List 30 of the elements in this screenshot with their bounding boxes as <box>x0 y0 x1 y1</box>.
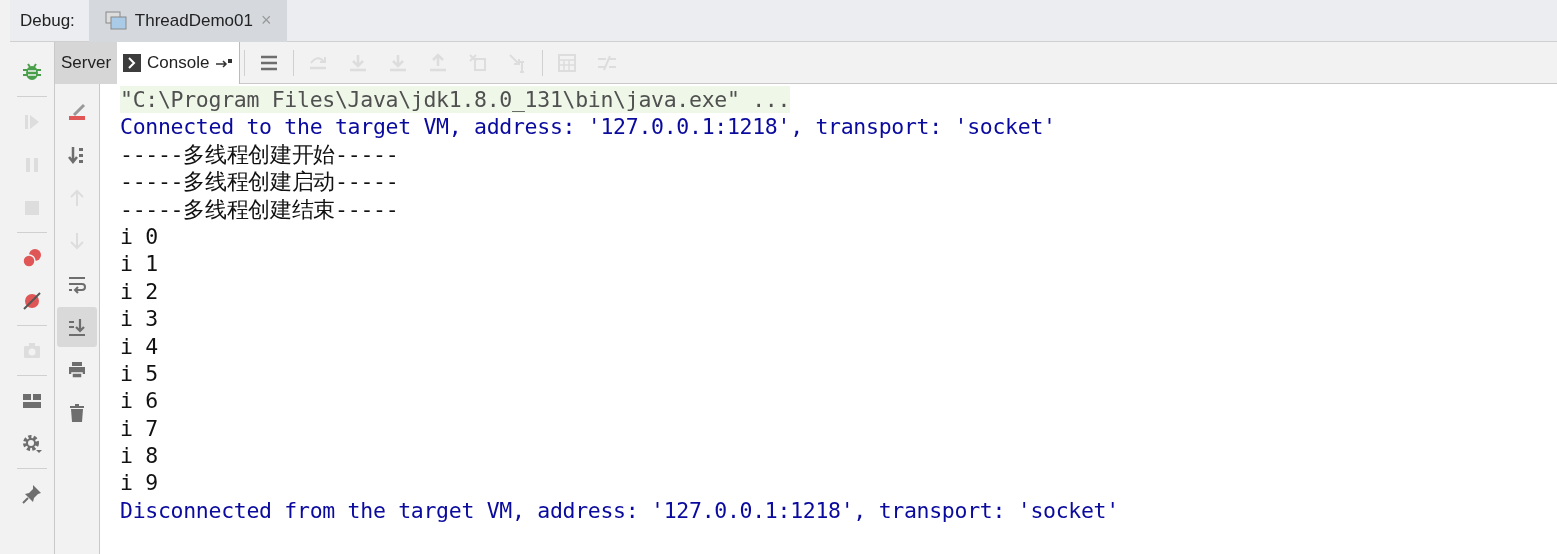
eraser-icon <box>66 101 88 123</box>
scroll-end-button[interactable] <box>57 307 97 347</box>
output-line: -----多线程创建结束----- <box>120 195 399 223</box>
output-line: i 4 <box>120 332 158 360</box>
printer-icon <box>66 359 88 381</box>
mute-breakpoints-icon <box>21 289 43 312</box>
pin-icon <box>21 482 43 505</box>
output-line: i 1 <box>120 250 158 278</box>
console-tab[interactable]: Server <box>55 41 118 84</box>
output-line: -----多线程创建启动----- <box>120 168 399 196</box>
system-message: Connected to the target VM, address: '127.0.0.1:1218', transport: 'socket' <box>120 113 1056 141</box>
console-tab[interactable]: Console <box>117 41 241 84</box>
output-line: i 7 <box>120 414 158 443</box>
console-icon <box>123 53 142 72</box>
output-line: i 8 <box>120 442 158 470</box>
output-line: i 0 <box>120 222 158 251</box>
pin-arrow-icon <box>215 56 234 69</box>
output-line: i 6 <box>120 387 158 415</box>
output-line: i 5 <box>120 359 158 388</box>
system-message: Disconnected from the target VM, address: '127.0.0.1:1218', transport: 'socket' <box>120 496 1119 525</box>
output-line: i 3 <box>120 305 158 333</box>
session-tab[interactable]: ThreadDemo01 × <box>88 0 288 42</box>
scroll-to-end-icon <box>66 316 88 338</box>
window-icon <box>104 10 127 31</box>
breakpoints-icon <box>21 246 43 269</box>
output-line: i 2 <box>120 277 158 306</box>
output-line: i 9 <box>120 469 158 497</box>
output-line: -----多线程创建开始----- <box>120 140 399 169</box>
settings-icon <box>21 432 43 455</box>
debug-label: Debug: <box>19 9 76 32</box>
